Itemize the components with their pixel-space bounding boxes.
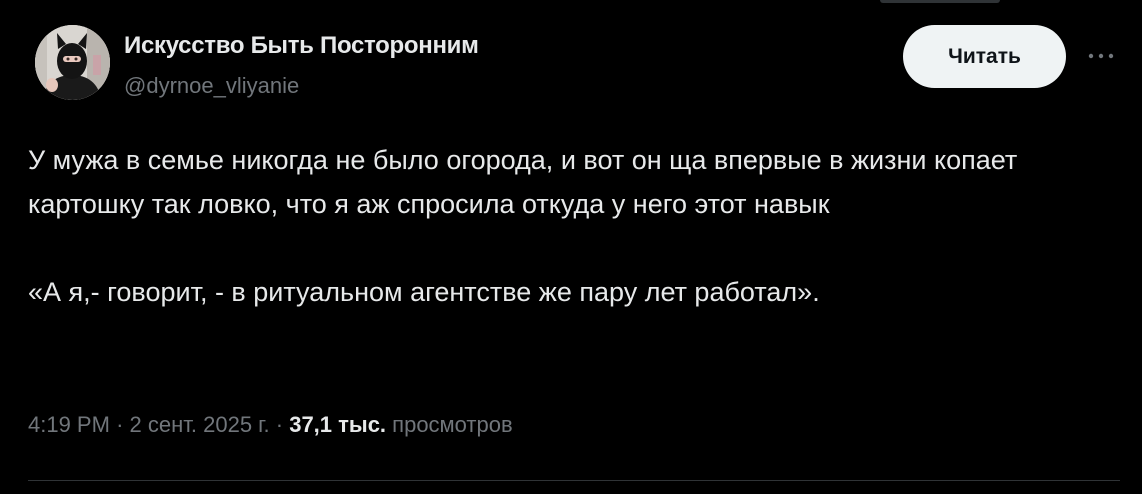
avatar[interactable] bbox=[35, 25, 110, 100]
meta-separator: · bbox=[275, 412, 284, 437]
tweet-time: 4:19 PM bbox=[28, 412, 110, 437]
tweet-text: У мужа в семье никогда не было огорода, … bbox=[28, 138, 1118, 314]
tweet-paragraph: «А я,- говорит, - в ритуальном агентстве… bbox=[28, 277, 820, 307]
tweet-paragraph: У мужа в семье никогда не было огорода, … bbox=[28, 145, 1018, 219]
tweet-meta: 4:19 PM · 2 сент. 2025 г. · 37,1 тыс. пр… bbox=[28, 412, 513, 438]
tweet-card: Искусство Быть Посторонним @dyrnoe_vliya… bbox=[0, 0, 1142, 494]
meta-separator: · bbox=[116, 412, 124, 437]
views-label: просмотров bbox=[392, 412, 513, 437]
follow-button[interactable]: Читать bbox=[903, 25, 1066, 88]
bottom-divider bbox=[28, 480, 1120, 481]
views-count: 37,1 тыс. bbox=[289, 412, 387, 437]
author-display-name[interactable]: Искусство Быть Посторонним bbox=[124, 32, 479, 60]
tweet-date: 2 сент. 2025 г. bbox=[129, 412, 270, 437]
avatar-image bbox=[35, 25, 110, 100]
author-handle[interactable]: @dyrnoe_vliyanie bbox=[124, 73, 299, 99]
tweet-time-link[interactable]: 4:19 PM · 2 сент. 2025 г. bbox=[28, 412, 270, 437]
more-horizontal-icon[interactable] bbox=[1083, 43, 1119, 69]
